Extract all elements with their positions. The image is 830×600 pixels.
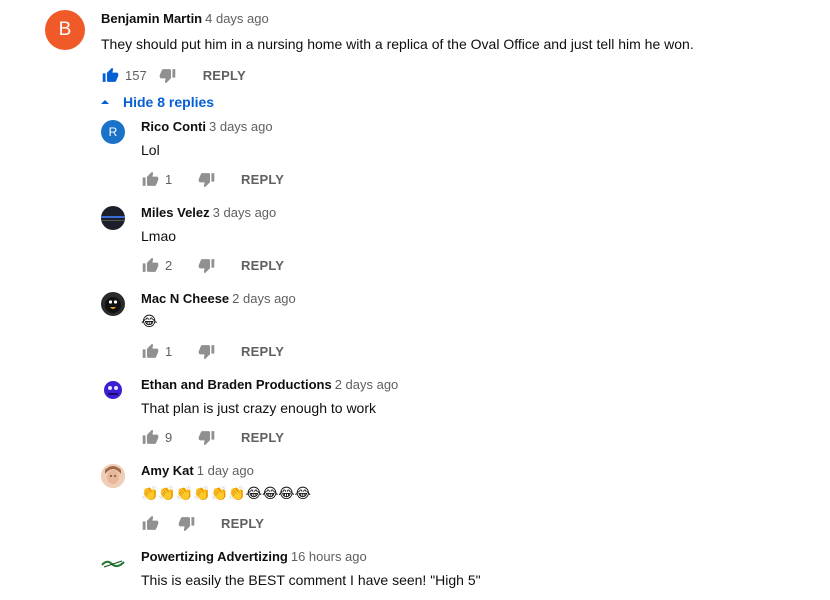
avatar[interactable]	[101, 206, 125, 230]
comment-time[interactable]: 2 days ago	[232, 291, 296, 306]
comment-actions: REPLY	[141, 511, 811, 535]
author-name[interactable]: Amy Kat	[141, 463, 194, 478]
reply-button[interactable]: REPLY	[241, 430, 284, 445]
reply-button[interactable]: REPLY	[241, 172, 284, 187]
thumbs-up-icon[interactable]	[141, 256, 159, 274]
comment-header: Powertizing Advertizing 16 hours ago	[141, 548, 811, 566]
comment-time[interactable]: 3 days ago	[209, 119, 273, 134]
comment-actions: 9 REPLY	[141, 425, 811, 449]
author-name[interactable]: Ethan and Braden Productions	[141, 377, 332, 392]
thumbs-up-icon[interactable]	[141, 428, 159, 446]
like-count: 157	[125, 67, 147, 83]
like-count: 1	[165, 171, 173, 187]
like-count: 2	[165, 257, 173, 273]
author-name[interactable]: Mac N Cheese	[141, 291, 229, 306]
like-count: 9	[165, 429, 173, 445]
reply-comment: Mac N Cheese 2 days ago 😂 1 REPLY	[101, 290, 821, 378]
avatar[interactable]	[101, 550, 125, 574]
thumbs-up-icon[interactable]	[141, 170, 159, 188]
author-name[interactable]: Powertizing Advertizing	[141, 549, 288, 564]
thumbs-up-icon[interactable]	[141, 342, 159, 360]
avatar[interactable]	[101, 292, 125, 316]
comment-text: Lmao	[141, 228, 177, 244]
caret-up-icon	[101, 100, 109, 104]
comment-header: Miles Velez 3 days ago	[141, 204, 811, 222]
comment-actions: 2 REPLY	[141, 253, 811, 277]
comment-time[interactable]: 3 days ago	[213, 205, 277, 220]
avatar[interactable]: R	[101, 120, 125, 144]
comment-header: Amy Kat 1 day ago	[141, 462, 811, 480]
comment-header: Benjamin Martin 4 days ago	[101, 10, 821, 28]
comment-text: That plan is just crazy enough to work	[141, 400, 377, 416]
reply-comment: Amy Kat 1 day ago 👏👏👏👏👏👏😂😂😂😂 REPLY	[101, 462, 821, 550]
comment-time[interactable]: 4 days ago	[205, 11, 269, 26]
hide-replies-button[interactable]: Hide 8 replies	[100, 93, 214, 111]
comment-body: Miles Velez 3 days ago Lmao 2 REPLY	[141, 204, 811, 277]
reply-button[interactable]: REPLY	[203, 68, 246, 83]
comment-actions: 1 REPLY	[141, 339, 811, 363]
comment-time[interactable]: 2 days ago	[335, 377, 399, 392]
thumbs-down-icon[interactable]	[197, 342, 215, 360]
comment-time[interactable]: 1 day ago	[197, 463, 254, 478]
reply-button[interactable]: REPLY	[221, 516, 264, 531]
comment-text: Lol	[141, 142, 160, 158]
avatar[interactable]	[101, 464, 125, 488]
reply-comment: Ethan and Braden Productions 2 days ago T…	[101, 376, 821, 464]
comment-actions: 1 REPLY	[141, 167, 811, 191]
reply-comment: Miles Velez 3 days ago Lmao 2 REPLY	[101, 204, 821, 292]
thumbs-down-icon[interactable]	[159, 66, 177, 84]
thumbs-down-icon[interactable]	[177, 514, 195, 532]
thumbs-up-icon[interactable]	[101, 66, 119, 84]
thumbs-up-icon[interactable]	[141, 514, 159, 532]
comment-text: 😂	[141, 314, 158, 330]
reply-comment: R Rico Conti 3 days ago Lol 1 REPLY	[101, 118, 821, 206]
comment-body: Benjamin Martin 4 days ago They should pu…	[101, 10, 821, 87]
reply-button[interactable]: REPLY	[241, 344, 284, 359]
hide-replies-label: Hide 8 replies	[123, 94, 215, 110]
thumbs-down-icon[interactable]	[197, 170, 215, 188]
comment-header: Ethan and Braden Productions 2 days ago	[141, 376, 811, 394]
avatar[interactable]	[101, 378, 125, 402]
comment-actions: 157 REPLY	[101, 63, 821, 87]
author-name[interactable]: Benjamin Martin	[101, 11, 202, 26]
comment-body: Mac N Cheese 2 days ago 😂 1 REPLY	[141, 290, 811, 363]
like-count: 1	[165, 343, 173, 359]
comment-text: This is easily the BEST comment I have s…	[141, 572, 481, 588]
avatar[interactable]: B	[45, 10, 85, 50]
thumbs-down-icon[interactable]	[197, 428, 215, 446]
comment-body: Ethan and Braden Productions 2 days ago T…	[141, 376, 811, 449]
author-name[interactable]: Rico Conti	[141, 119, 206, 134]
reply-comment: Powertizing Advertizing 16 hours ago This…	[101, 548, 821, 600]
thumbs-down-icon[interactable]	[197, 256, 215, 274]
comment-body: Amy Kat 1 day ago 👏👏👏👏👏👏😂😂😂😂 REPLY	[141, 462, 811, 535]
comment-header: Rico Conti 3 days ago	[141, 118, 811, 136]
comment-text: 👏👏👏👏👏👏😂😂😂😂	[141, 486, 312, 502]
reply-button[interactable]: REPLY	[241, 258, 284, 273]
comment-header: Mac N Cheese 2 days ago	[141, 290, 811, 308]
comment-body: Powertizing Advertizing 16 hours ago This…	[141, 548, 811, 590]
author-name[interactable]: Miles Velez	[141, 205, 210, 220]
comment-text: They should put him in a nursing home wi…	[101, 36, 694, 52]
comment-time[interactable]: 16 hours ago	[291, 549, 367, 564]
comment-body: Rico Conti 3 days ago Lol 1 REPLY	[141, 118, 811, 191]
